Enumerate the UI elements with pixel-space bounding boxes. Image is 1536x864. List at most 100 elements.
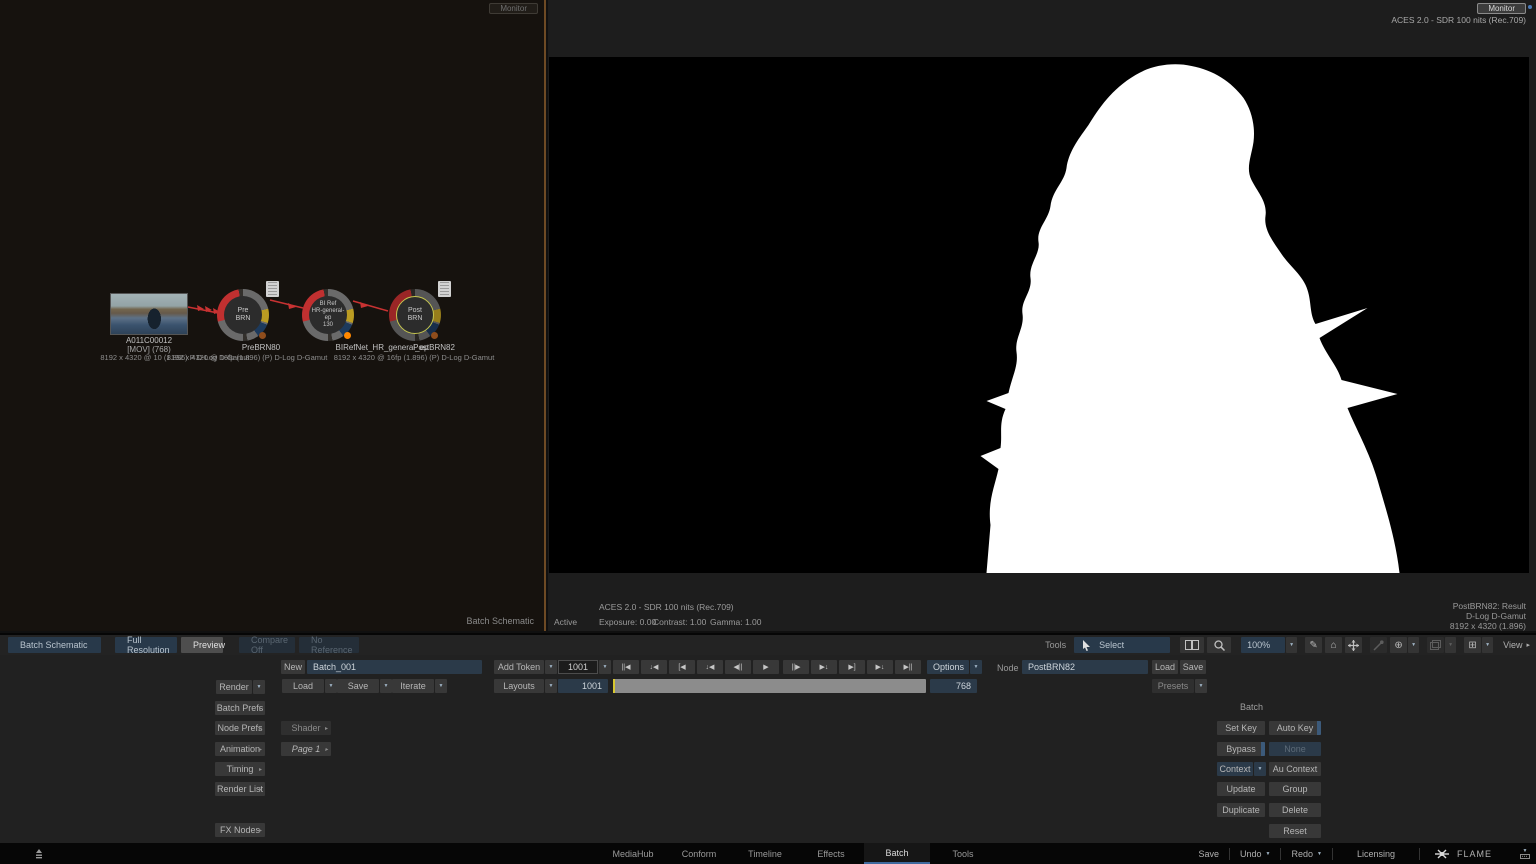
save-button-global[interactable]: Save: [1189, 849, 1230, 859]
layouts-button[interactable]: Layouts: [494, 679, 544, 693]
zoom-level-dropdown[interactable]: ▼: [1286, 637, 1298, 653]
duplicate-button[interactable]: Duplicate: [1217, 803, 1265, 817]
monitor-button[interactable]: Monitor: [1477, 3, 1526, 14]
presets-dropdown[interactable]: ▼: [1195, 679, 1207, 693]
load-batch-button[interactable]: Load: [282, 679, 324, 693]
bypass-button[interactable]: Bypass: [1217, 742, 1265, 756]
previous-segment-button[interactable]: [◀: [669, 660, 695, 674]
node-prefs-button[interactable]: Node Prefs ▸: [215, 721, 265, 735]
new-batch-button[interactable]: New: [281, 660, 305, 674]
render-list-button[interactable]: Render List ▸: [215, 782, 265, 796]
fit-view-button[interactable]: [1345, 637, 1363, 653]
save-batch-dropdown[interactable]: ▼: [380, 679, 392, 693]
view-menu-button[interactable]: View ▸: [1503, 640, 1530, 650]
iterate-dropdown[interactable]: ▼: [435, 679, 447, 693]
tab-conform[interactable]: Conform: [666, 843, 732, 864]
split-view-button[interactable]: [1180, 637, 1205, 653]
node-save-button[interactable]: Save: [1180, 660, 1206, 674]
timing-button[interactable]: Timing ▸: [215, 762, 265, 776]
node-load-button[interactable]: Load: [1152, 660, 1178, 674]
page-button[interactable]: Page 1 ▸: [281, 742, 331, 756]
render-button[interactable]: Render: [216, 680, 252, 694]
auto-key-button[interactable]: Auto Key: [1269, 721, 1321, 735]
undo-button[interactable]: Undo ▼: [1230, 849, 1280, 859]
play-button[interactable]: ▶: [753, 660, 779, 674]
go-to-start-button[interactable]: ||◀: [613, 660, 639, 674]
select-tool-button[interactable]: Select: [1074, 637, 1171, 653]
batch-prefs-button[interactable]: Batch Prefs ▸: [215, 701, 265, 715]
group-button[interactable]: Group: [1269, 782, 1321, 796]
save-batch-button[interactable]: Save: [337, 679, 379, 693]
tab-tools[interactable]: Tools: [930, 843, 996, 864]
batch-schematic-view-button[interactable]: Batch Schematic: [8, 637, 101, 653]
context-button[interactable]: Context: [1217, 762, 1253, 776]
tab-timeline[interactable]: Timeline: [732, 843, 798, 864]
add-view-button[interactable]: ⊞: [1464, 637, 1482, 653]
add-token-dropdown[interactable]: ▼: [545, 660, 557, 674]
home-view-button[interactable]: ⌂: [1325, 637, 1343, 653]
animation-button[interactable]: Animation ▸: [215, 742, 265, 756]
shader-button[interactable]: Shader ▸: [281, 721, 331, 735]
grid-overlay-button[interactable]: ⊕: [1390, 637, 1408, 653]
compare-off-button[interactable]: Compare Off: [239, 635, 295, 655]
licensing-button[interactable]: Licensing: [1333, 849, 1419, 859]
quick-access-icon[interactable]: [34, 849, 44, 859]
redo-button[interactable]: Redo ▼: [1281, 849, 1331, 859]
au-context-button[interactable]: Au Context: [1269, 762, 1321, 776]
positioner[interactable]: [613, 679, 615, 693]
layouts-dropdown[interactable]: ▼: [545, 679, 557, 693]
context-dropdown[interactable]: ▼: [1254, 762, 1266, 776]
session-menu[interactable]: ▼: [1520, 848, 1530, 859]
tab-batch[interactable]: Batch: [864, 843, 930, 864]
current-frame-field[interactable]: 1001: [558, 660, 598, 674]
redo-dropdown-icon[interactable]: ▼: [1317, 851, 1322, 857]
batch-schematic-panel[interactable]: Monitor A011C00012 [MOV] (768) 8192 x 43…: [0, 0, 546, 631]
go-to-end-button[interactable]: ▶||: [895, 660, 921, 674]
timebar[interactable]: [613, 679, 926, 693]
bypass-mode-field[interactable]: None: [1269, 742, 1321, 756]
pan-tool-button[interactable]: ✎: [1305, 637, 1323, 653]
step-back-button[interactable]: ↓◀: [697, 660, 723, 674]
monitor-button-left[interactable]: Monitor: [489, 3, 538, 14]
node-prebrn80[interactable]: Pre BRN: [217, 281, 279, 341]
next-segment-button[interactable]: ▶]: [839, 660, 865, 674]
preview-button[interactable]: Preview: [181, 637, 225, 653]
end-frame-field[interactable]: 768: [930, 679, 977, 693]
add-view-dropdown[interactable]: ▼: [1482, 637, 1494, 653]
add-token-button[interactable]: Add Token: [494, 660, 544, 674]
tab-effects[interactable]: Effects: [798, 843, 864, 864]
full-resolution-button[interactable]: Full Resolution: [115, 635, 177, 655]
reset-button[interactable]: Reset: [1269, 824, 1321, 838]
fx-nodes-button[interactable]: FX Nodes ▸: [215, 823, 265, 837]
node-birefnet[interactable]: BI Ref HR-general-ep 130: [302, 289, 354, 341]
delete-button[interactable]: Delete: [1269, 803, 1321, 817]
undo-dropdown-icon[interactable]: ▼: [1266, 851, 1271, 857]
previous-keyframe-button[interactable]: ↓◀: [641, 660, 667, 674]
play-reverse-button[interactable]: ◀||: [725, 660, 751, 674]
viewer-panel[interactable]: Monitor ACES 2.0 - SDR 100 nits (Rec.709…: [548, 0, 1536, 631]
grid-overlay-dropdown[interactable]: ▼: [1408, 637, 1420, 653]
matte-image[interactable]: [549, 57, 1529, 574]
tab-mediahub[interactable]: MediaHub: [600, 843, 666, 864]
frame-dropdown[interactable]: ▼: [599, 660, 611, 674]
render-dropdown[interactable]: ▼: [253, 680, 265, 694]
options-button[interactable]: Options: [927, 660, 969, 674]
zoom-level-field[interactable]: 100%: [1241, 637, 1286, 653]
start-frame-field[interactable]: 1001: [558, 679, 608, 693]
update-button[interactable]: Update: [1217, 782, 1265, 796]
layer-view-button[interactable]: [1427, 637, 1445, 653]
no-reference-button[interactable]: No Reference: [299, 635, 359, 655]
presets-button[interactable]: Presets: [1152, 679, 1194, 693]
node-postbrn82[interactable]: Post BRN: [389, 281, 451, 341]
step-forward-button[interactable]: ▶↓: [811, 660, 837, 674]
next-keyframe-button[interactable]: ▶↓: [867, 660, 893, 674]
options-dropdown[interactable]: ▼: [970, 660, 982, 674]
node-name-field[interactable]: PostBRN82: [1022, 660, 1148, 674]
load-batch-dropdown[interactable]: ▼: [325, 679, 337, 693]
zoom-tool-button[interactable]: [1207, 637, 1232, 653]
play-pause-button[interactable]: ||▶: [783, 660, 809, 674]
layer-view-dropdown[interactable]: ▼: [1445, 637, 1457, 653]
iterate-button[interactable]: Iterate: [392, 679, 434, 693]
set-key-button[interactable]: Set Key: [1217, 721, 1265, 735]
batch-name-field[interactable]: Batch_001: [307, 660, 482, 674]
